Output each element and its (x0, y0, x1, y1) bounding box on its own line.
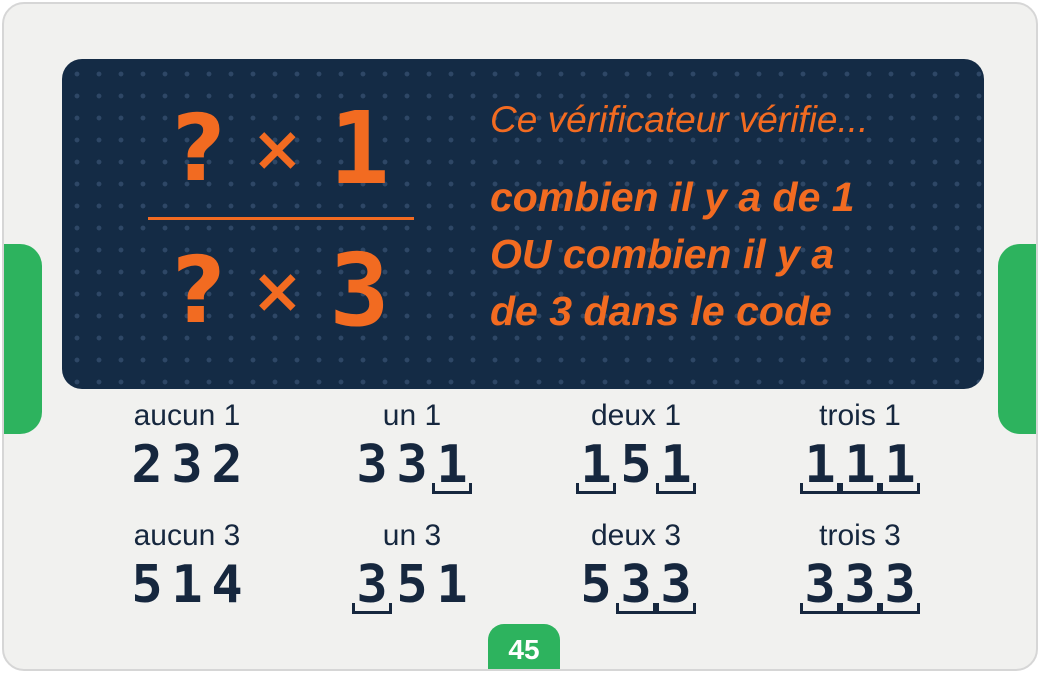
header-line-1: combien il y a de 1 (490, 174, 855, 220)
code-digit: 1 (436, 555, 468, 615)
denominator-digit: 3 (329, 232, 390, 349)
fraction-numerator: ? × 1 (172, 99, 412, 199)
example-label: deux 3 (590, 519, 682, 552)
fraction-line (148, 217, 414, 220)
code-digit-marked: 3 (840, 559, 880, 614)
example-label: deux 1 (590, 399, 682, 432)
header-line-3: de 3 dans le code (490, 288, 832, 334)
example-cell: un 3351 (302, 519, 522, 614)
code-digit: 5 (620, 435, 652, 495)
example-cell: deux 1151 (526, 399, 746, 494)
code-digit: 2 (131, 435, 163, 495)
example-code: 351 (352, 555, 470, 615)
example-code: 514 (129, 559, 245, 611)
code-digit-marked: 1 (880, 439, 920, 494)
code-digit-marked: 1 (656, 439, 696, 494)
code-digit: 5 (580, 555, 612, 615)
right-tab (998, 244, 1036, 434)
card: ? × 1 ? × 3 Ce vérificateur vérifie... c… (2, 2, 1038, 671)
header-description: combien il y a de 1 OU combien il y a de… (490, 169, 855, 340)
code-digit: 2 (211, 435, 243, 495)
header-line-2: OU combien il y a (490, 231, 835, 277)
example-code: 151 (576, 435, 696, 495)
left-tab (4, 244, 42, 434)
code-digit-marked: 3 (880, 559, 920, 614)
code-digit-marked: 3 (616, 559, 656, 614)
code-digit-marked: 3 (352, 559, 392, 614)
numerator-digit: 1 (329, 90, 390, 207)
code-digit-marked: 1 (840, 439, 880, 494)
code-digit: 5 (131, 555, 163, 615)
example-cell: trois 1 111 (750, 399, 970, 494)
code-digit: 4 (211, 555, 243, 615)
example-label: aucun 1 (133, 399, 241, 432)
example-label: un 3 (382, 519, 442, 552)
numerator-unknown: ? (172, 95, 226, 202)
code-digit-marked: 3 (800, 559, 840, 614)
code-digit-marked: 1 (576, 439, 616, 494)
header-intro: Ce vérificateur vérifie... (490, 99, 869, 140)
code-digit-marked: 3 (656, 559, 696, 614)
code-digit: 3 (171, 435, 203, 495)
example-code: 533 (578, 555, 696, 615)
example-cell: un 1331 (302, 399, 522, 494)
denominator-unknown: ? (172, 237, 226, 344)
example-label: un 1 (382, 399, 442, 432)
code-digit: 5 (396, 555, 428, 615)
code-digit-marked: 1 (432, 439, 472, 494)
verifier-panel: ? × 1 ? × 3 Ce vérificateur vérifie... c… (62, 59, 984, 389)
example-cell: trois 3 333 (750, 519, 970, 614)
example-code: 232 (129, 439, 245, 491)
numerator-times-sign: × (251, 112, 304, 185)
example-label: trois 1 (819, 399, 901, 432)
code-digit: 3 (396, 435, 428, 495)
example-code: 111 (800, 439, 920, 494)
page-number: 45 (488, 624, 560, 669)
denominator-times-sign: × (251, 254, 304, 327)
example-code: 331 (354, 435, 472, 495)
code-digit: 1 (171, 555, 203, 615)
code-digit: 3 (356, 435, 388, 495)
example-cell: aucun 3 514 (77, 519, 297, 611)
example-cell: aucun 1 232 (77, 399, 297, 491)
fraction-denominator: ? × 3 (172, 241, 412, 341)
example-cell: deux 3533 (526, 519, 746, 614)
example-code: 333 (800, 559, 920, 614)
example-label: aucun 3 (133, 519, 241, 552)
example-label: trois 3 (819, 519, 901, 552)
code-digit-marked: 1 (800, 439, 840, 494)
